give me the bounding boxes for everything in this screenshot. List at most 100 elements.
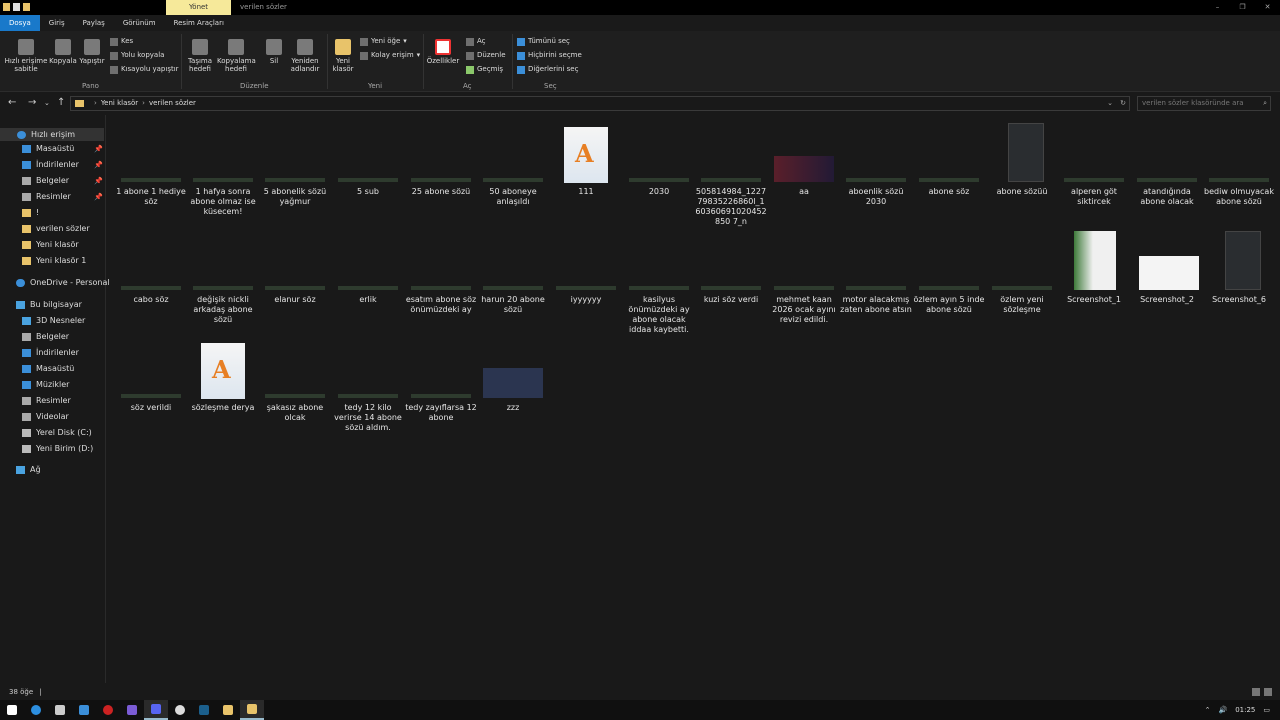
file-name: değişik nickli arkadaş abone sözü (193, 295, 253, 324)
file-thumbnail (477, 231, 549, 293)
file-name: kasilyus önümüzdeki ay abone olacak idda… (628, 295, 690, 334)
sidebar-item-pc[interactable]: Müzikler (22, 380, 69, 389)
paste-button[interactable]: Yapıştır (78, 39, 106, 65)
pin-icon: 📌 (94, 193, 103, 201)
sidebar-item-quick[interactable]: Masaüstü (22, 144, 74, 153)
chevron-right-icon[interactable]: › (94, 99, 97, 107)
search-input[interactable]: verilen sözler klasöründe ara ⌕ (1137, 96, 1271, 111)
tab-share[interactable]: Paylaş (74, 15, 114, 31)
address-bar[interactable]: › Yeni klasör › verilen sözler ⌄ ↻ (70, 96, 1130, 111)
copy-to-button[interactable]: Kopyalama hedefi (217, 39, 256, 73)
up-arrow-icon[interactable]: ↑ (57, 97, 65, 108)
details-view-icon[interactable] (1252, 688, 1260, 696)
tab-view[interactable]: Görünüm (114, 15, 165, 31)
tab-file[interactable]: Dosya (0, 15, 40, 31)
edit-button[interactable]: Düzenle (466, 51, 506, 60)
paste-shortcut-button[interactable]: Kısayolu yapıştır (110, 65, 179, 74)
cut-button[interactable]: Kes (110, 37, 133, 46)
file-thumbnail (768, 231, 840, 293)
sidebar-item-network[interactable]: Ağ (16, 465, 41, 474)
pin-icon: 📌 (94, 145, 103, 153)
file-thumbnail (405, 339, 477, 401)
manage-context-tab[interactable]: Yönet (166, 0, 231, 15)
sidebar-item-quick[interactable]: Belgeler (22, 176, 69, 185)
select-none-button[interactable]: Hiçbirini seçme (517, 51, 582, 60)
new-folder-icon[interactable] (23, 3, 30, 11)
new-item-button[interactable]: Yeni öğe ▾ (360, 37, 407, 46)
properties-button[interactable]: Özellikler (426, 39, 460, 65)
chevron-down-icon[interactable]: ⌄ (1107, 97, 1113, 110)
maximize-button[interactable]: ❐ (1230, 0, 1255, 14)
sidebar-item-onedrive[interactable]: OneDrive - Personal (16, 278, 110, 287)
file-thumbnail (405, 123, 477, 185)
breadcrumb-parent[interactable]: Yeni klasör (101, 99, 138, 107)
refresh-icon[interactable]: ↻ (1120, 97, 1126, 110)
sidebar-item-quick-access[interactable]: Hızlı erişim (0, 128, 104, 141)
sidebar-item-pc[interactable]: Resimler (22, 396, 71, 405)
start-button[interactable] (0, 700, 24, 720)
folder-icon (22, 380, 31, 389)
file-thumbnail (187, 123, 259, 185)
file-name: 50 aboneye anlaşıldı (489, 187, 537, 206)
tab-picture-tools[interactable]: Resim Araçları (165, 15, 233, 31)
forward-arrow-icon[interactable]: → (28, 97, 36, 108)
taskbar-steam[interactable] (192, 700, 216, 720)
clock[interactable]: 01:25 (1235, 706, 1255, 714)
group-organize: Düzenle (240, 82, 269, 90)
taskbar-file-explorer[interactable] (240, 700, 264, 720)
title-bar: Yönet verilen sözler – ❐ ✕ (0, 0, 1280, 15)
sidebar-item-quick[interactable]: Yeni klasör (22, 240, 79, 249)
invert-selection-button[interactable]: Diğerlerini seç (517, 65, 578, 74)
sidebar-item-quick[interactable]: Resimler (22, 192, 71, 201)
taskbar-github[interactable] (168, 700, 192, 720)
pin-quick-access-button[interactable]: Hızlı erişime sabitle (4, 39, 48, 73)
back-arrow-icon[interactable]: ← (8, 97, 16, 108)
taskbar-opera[interactable] (96, 700, 120, 720)
taskbar-store[interactable] (48, 700, 72, 720)
close-button[interactable]: ✕ (1255, 0, 1280, 14)
paste-shortcut-icon (110, 65, 118, 74)
sidebar-item-quick[interactable]: İndirilenler (22, 160, 79, 169)
status-bar: 38 öğe | (0, 685, 1280, 700)
sidebar-item-pc[interactable]: İndirilenler (22, 348, 79, 357)
large-icons-view-icon[interactable] (1264, 688, 1272, 696)
sidebar-item-pc[interactable]: Yerel Disk (C:) (22, 428, 92, 437)
copy-path-button[interactable]: Yolu kopyala (110, 51, 164, 60)
properties-icon[interactable] (13, 3, 20, 11)
breadcrumb-current[interactable]: verilen sözler (149, 99, 196, 107)
sidebar-item-quick[interactable]: verilen sözler (22, 224, 90, 233)
new-folder-button[interactable]: Yeni klasör (330, 39, 356, 73)
minimize-button[interactable]: – (1205, 0, 1230, 14)
file-thumbnail (623, 123, 695, 185)
quick-access-toolbar[interactable] (3, 3, 30, 11)
sidebar-item-pc[interactable]: Yeni Birim (D:) (22, 444, 93, 453)
open-button[interactable]: Aç (466, 37, 486, 46)
sidebar-item-pc[interactable]: Videolar (22, 412, 69, 421)
chevron-up-icon[interactable]: ⌃ (1205, 706, 1211, 714)
select-all-button[interactable]: Tümünü seç (517, 37, 570, 46)
file-name: motor alacakmış zaten abone atsın (840, 295, 912, 314)
file-name: tedy zayıflarsa 12 abone (405, 403, 477, 422)
recent-locations-icon[interactable]: ⌄ (44, 99, 50, 107)
taskbar-app[interactable] (216, 700, 240, 720)
copy-button[interactable]: Kopyala (48, 39, 78, 65)
sidebar-item-pc[interactable]: Masaüstü (22, 364, 74, 373)
history-button[interactable]: Geçmiş (466, 65, 503, 74)
taskbar-vs[interactable] (120, 700, 144, 720)
taskbar-discord[interactable] (144, 700, 168, 720)
taskbar-edge[interactable] (24, 700, 48, 720)
move-to-button[interactable]: Taşıma hedefi (185, 39, 215, 73)
sidebar-item-pc[interactable]: Belgeler (22, 332, 69, 341)
delete-button[interactable]: Sil (262, 39, 286, 65)
rename-button[interactable]: Yeniden adlandır (288, 39, 322, 73)
easy-access-button[interactable]: Kolay erişim ▾ (360, 51, 420, 60)
sidebar-item-quick[interactable]: ! (22, 208, 39, 217)
sidebar-item-this-pc[interactable]: Bu bilgisayar (16, 300, 82, 309)
chevron-right-icon[interactable]: › (142, 99, 145, 107)
notification-icon[interactable]: ▭ (1263, 706, 1270, 714)
sidebar-item-quick[interactable]: Yeni klasör 1 (22, 256, 86, 265)
sidebar-item-pc[interactable]: 3D Nesneler (22, 316, 85, 325)
volume-icon[interactable]: 🔊 (1218, 706, 1227, 714)
taskbar-mail[interactable] (72, 700, 96, 720)
tab-home[interactable]: Giriş (40, 15, 74, 31)
